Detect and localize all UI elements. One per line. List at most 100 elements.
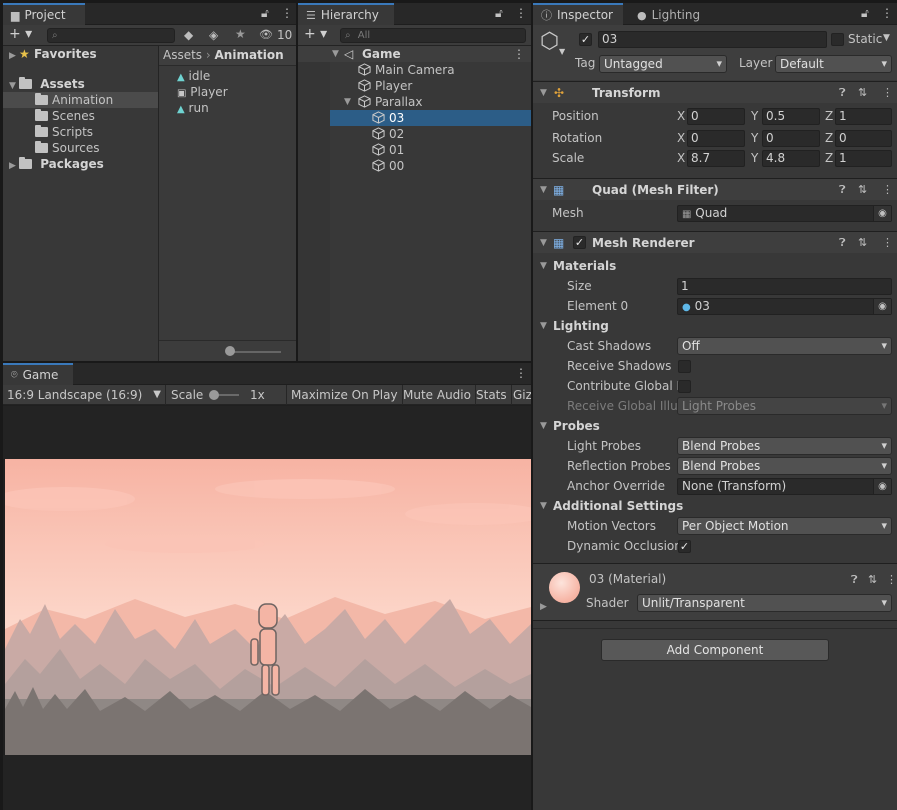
scale-z-label[interactable]: Z [825,151,833,165]
preset-icon[interactable]: ⇅ [858,82,867,104]
static-label[interactable]: Static [848,32,882,46]
hierarchy-search-input[interactable]: ⌕ All [340,28,526,43]
preset-icon[interactable]: ⇅ [868,573,877,586]
light-probes-dropdown[interactable]: Blend Probes [677,437,892,455]
position-y-field[interactable]: 0.5 [762,108,820,125]
shader-dropdown[interactable]: Unlit/Transparent [637,594,892,612]
probes-section-label[interactable]: Probes [553,419,600,433]
lighting-section-label[interactable]: Lighting [553,319,609,333]
reflection-probes-dropdown[interactable]: Blend Probes [677,457,892,475]
hierarchy-item[interactable]: Player [358,78,412,94]
aspect-dropdown[interactable]: 16:9 Landscape (16:9) ▼ [3,385,166,405]
contribute-gi-checkbox[interactable] [678,380,691,393]
additional-settings-label[interactable]: Additional Settings [553,499,683,513]
file-item-idle[interactable]: ▲ idle [177,68,210,84]
mute-audio-toggle[interactable]: Mute Audio [399,385,476,405]
component-menu-icon[interactable]: ⋮ [882,179,893,201]
rotation-x-label[interactable]: X [677,131,685,145]
label-icon[interactable]: ◈ [209,28,218,42]
active-checkbox[interactable]: ✓ [579,33,592,46]
tab-project[interactable]: ▆ Project [3,3,85,25]
help-icon[interactable]: ❓︎ [839,82,846,104]
chevron-right-icon[interactable]: ▶ [540,602,547,612]
receive-shadows-checkbox[interactable] [678,360,691,373]
transform-header[interactable]: ▼ ✣ Transform ❓︎ ⇅ ⋮ [533,81,897,103]
favorite-star-icon[interactable]: ★ [235,27,246,41]
scale-slider-thumb[interactable] [209,390,219,400]
position-y-label[interactable]: Y [751,109,758,123]
object-picker-icon[interactable]: ◉ [873,479,891,494]
scale-x-field[interactable]: 8.7 [687,150,745,167]
rotation-y-field[interactable]: 0 [762,130,820,147]
preset-icon[interactable]: ⇅ [858,232,867,254]
object-picker-icon[interactable]: ◉ [873,299,891,314]
materials-foldout-icon[interactable]: ▼ [540,261,547,271]
breadcrumb-assets[interactable]: Assets [163,48,202,62]
tree-item-animation[interactable]: Animation [35,92,113,108]
tab-hierarchy[interactable]: ☰ Hierarchy [298,3,394,25]
scale-z-field[interactable]: 1 [835,150,892,167]
layer-dropdown[interactable]: Default [775,55,892,73]
mesh-object-field[interactable]: ▦ Quad ◉ [677,205,892,222]
tab-lighting[interactable]: ● Lighting [629,3,719,25]
add-component-button[interactable]: Add Component [601,639,829,661]
lock-icon[interactable]: 🔓︎ [261,6,269,21]
scene-menu-icon[interactable]: ⋮ [513,46,525,62]
stats-toggle[interactable]: Stats [472,385,512,405]
hierarchy-item[interactable]: 01 [372,142,404,158]
additional-foldout-icon[interactable]: ▼ [540,501,547,511]
mesh-filter-header[interactable]: ▼ ▦ Quad (Mesh Filter) ❓︎ ⇅ ⋮ [533,178,897,200]
mesh-renderer-header[interactable]: ▼ ▦ ✓ Mesh Renderer ❓︎ ⇅ ⋮ [533,231,897,253]
kebab-menu-icon[interactable]: ⋮ [515,6,527,20]
cast-shadows-dropdown[interactable]: Off [677,337,892,355]
position-x-field[interactable]: 0 [687,108,745,125]
tree-item-packages[interactable]: ▶ Packages [9,156,104,172]
tree-item-scenes[interactable]: Scenes [35,108,95,124]
scale-y-field[interactable]: 4.8 [762,150,820,167]
preset-icon[interactable]: ⇅ [858,179,867,201]
dynamic-occlusion-checkbox[interactable]: ✓ [678,540,691,553]
tree-item-favorites[interactable]: ▶ ★ Favorites [9,46,97,62]
motion-vectors-dropdown[interactable]: Per Object Motion [677,517,892,535]
create-button[interactable]: + ▾ [304,26,327,42]
size-field[interactable]: 1 [677,278,892,295]
hierarchy-item[interactable]: 03 [372,110,404,126]
hidden-packages-icon[interactable]: 👁︎ [259,28,273,41]
tree-item-sources[interactable]: Sources [35,140,99,156]
tab-inspector[interactable]: ⓘ Inspector [533,3,623,25]
rotation-z-label[interactable]: Z [825,131,833,145]
tab-game[interactable]: ⌾ Game [3,363,73,385]
create-button[interactable]: + ▾ [9,26,32,42]
breadcrumb-animation[interactable]: Animation [215,48,284,62]
help-icon[interactable]: ❓︎ [839,232,846,254]
hierarchy-item[interactable]: Main Camera [358,62,455,78]
file-item-run[interactable]: ▲ run [177,100,209,116]
kebab-menu-icon[interactable]: ⋮ [881,6,893,20]
scale-y-label[interactable]: Y [751,151,758,165]
scale-control[interactable]: Scale 1x [167,385,287,405]
project-search-input[interactable]: ⌕ [47,28,175,43]
component-menu-icon[interactable]: ⋮ [882,232,893,254]
help-icon[interactable]: ❓︎ [851,573,858,587]
rotation-z-field[interactable]: 0 [835,130,892,147]
help-icon[interactable]: ❓︎ [839,179,846,201]
file-item-player[interactable]: ▣ Player [177,84,228,100]
icon-size-slider-thumb[interactable] [225,346,235,356]
chevron-down-icon[interactable]: ▼ [344,94,351,110]
icon-size-slider-track[interactable] [227,351,281,353]
position-z-field[interactable]: 1 [835,108,892,125]
game-viewport[interactable] [5,459,531,755]
hierarchy-scene-row[interactable]: ▼ ◁ Game ⋮ [298,46,531,62]
materials-label[interactable]: Materials [553,259,616,273]
lighting-foldout-icon[interactable]: ▼ [540,321,547,331]
object-picker-icon[interactable]: ◉ [873,206,891,221]
anchor-override-field[interactable]: None (Transform) ◉ [677,478,892,495]
object-name-field[interactable]: 03 [598,31,827,48]
component-menu-icon[interactable]: ⋮ [882,82,893,104]
scale-x-label[interactable]: X [677,151,685,165]
hierarchy-item[interactable]: 00 [372,158,404,174]
tree-item-scripts[interactable]: Scripts [35,124,93,140]
element0-object-field[interactable]: ● 03 ◉ [677,298,892,315]
tag-dropdown[interactable]: Untagged [599,55,727,73]
filter-by-type-icon[interactable]: ◆ [184,28,193,42]
